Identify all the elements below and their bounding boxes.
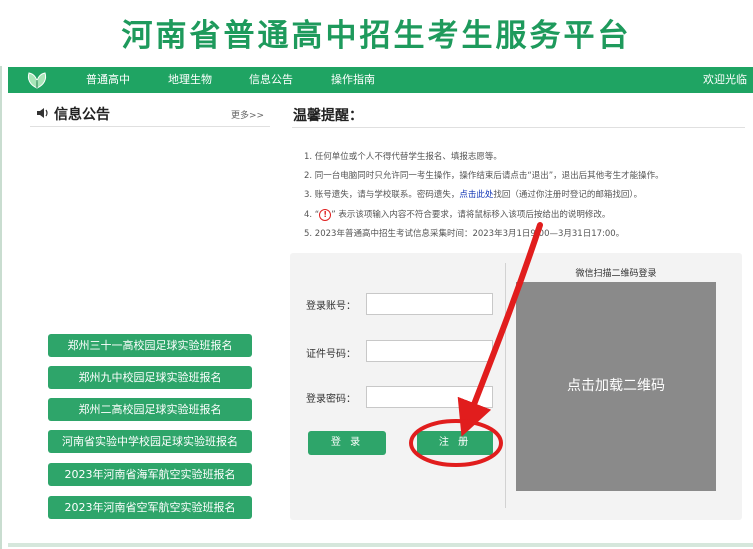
tip-line-1: 1. 任何单位或个人不得代替学生报名、填报志愿等。 [304, 152, 502, 162]
qr-title: 微信扫描二维码登录 [575, 269, 657, 279]
login-button[interactable]: 登 录 [308, 431, 386, 455]
nav-item-operation-guide[interactable]: 操作指南 [331, 67, 375, 93]
notice-button-zz2-football[interactable]: 郑州二高校园足球实验班报名 [48, 398, 252, 421]
tip-line-2: 2. 同一台电脑同时只允许同一考生操作，操作结束后请点击“退出”，退出后其他考生… [304, 171, 664, 181]
tips-divider [292, 127, 745, 128]
top-nav-bar: 普通高中 地理生物 信息公告 操作指南 欢迎光临 [8, 67, 753, 93]
speaker-icon [37, 108, 48, 118]
notice-button-zz9-football[interactable]: 郑州九中校园足球实验班报名 [48, 366, 252, 389]
tip-line-3-suffix: 找回（通过你注册时登记的邮箱找回）。 [493, 190, 643, 200]
account-label: 登录账号： [306, 301, 356, 312]
tip-line-3: 3. 账号遗失，请与学校联系。密码遗失，点击此处找回（通过你注册时登记的邮箱找回… [304, 188, 642, 200]
password-label: 登录密码： [306, 394, 356, 405]
tip-line-4: 4. “!” 表示该项输入内容不符合要求，请将鼠标移入该项后按给出的说明修改。 [304, 208, 610, 221]
nav-item-general-high-school[interactable]: 普通高中 [86, 67, 130, 93]
warning-circle-icon: ! [319, 208, 332, 221]
nav-item-geography-biology[interactable]: 地理生物 [168, 67, 212, 93]
register-button[interactable]: 注 册 [417, 431, 493, 455]
page-left-edge [0, 0, 2, 549]
login-qr-divider [505, 263, 506, 508]
tip-line-5: 5. 2023年普通高中招生考试信息采集时间：2023年3月1日9:00—3月3… [304, 229, 625, 239]
qr-load-label: 点击加载二维码 [567, 378, 665, 394]
notice-divider [30, 126, 270, 127]
notice-button-experimental-football[interactable]: 河南省实验中学校园足球实验班报名 [48, 430, 252, 453]
tip-line-4-prefix: 4. “ [304, 210, 320, 220]
site-title: 河南省普通高中招生考生服务平台 [121, 18, 632, 54]
notice-button-navy-aviation[interactable]: 2023年河南省海军航空实验班报名 [48, 463, 252, 486]
tip-line-3-text: 3. 账号遗失，请与学校联系。密码遗失， [304, 190, 460, 200]
leaf-logo-icon [27, 72, 47, 89]
nav-welcome-text: 欢迎光临 [703, 73, 747, 86]
password-input[interactable] [366, 386, 493, 408]
password-recovery-link[interactable]: 点击此处 [459, 190, 493, 200]
account-input[interactable] [366, 293, 493, 315]
nav-item-announcements[interactable]: 信息公告 [249, 67, 293, 93]
notice-button-zz31-football[interactable]: 郑州三十一高校园足球实验班报名 [48, 334, 252, 357]
page-bottom-border [8, 543, 753, 547]
notice-title: 信息公告 [54, 107, 110, 123]
tip-line-4-text: ” 表示该项输入内容不符合要求，请将鼠标移入该项后按给出的说明修改。 [331, 210, 611, 220]
notice-more-link[interactable]: 更多>> [231, 108, 264, 121]
id-number-label: 证件号码： [306, 349, 356, 360]
site-banner: 河南省普通高中招生考生服务平台 [0, 0, 753, 66]
qr-code-placeholder[interactable]: 点击加载二维码 [516, 282, 716, 491]
notice-button-airforce-aviation[interactable]: 2023年河南省空军航空实验班报名 [48, 496, 252, 519]
id-number-input[interactable] [366, 340, 493, 362]
tips-title: 温馨提醒： [293, 108, 363, 124]
